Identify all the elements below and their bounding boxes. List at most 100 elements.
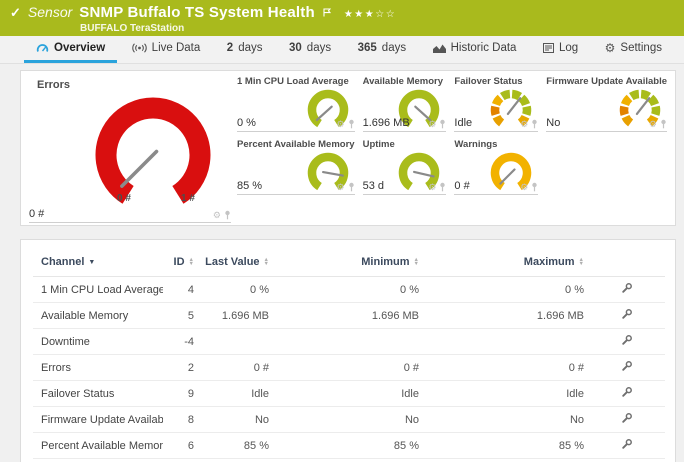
priority-flag-icon[interactable] — [323, 4, 332, 22]
gauge-icon — [36, 43, 49, 54]
table-row-firmware-update-available[interactable]: Firmware Update Available 8 No No No — [33, 406, 665, 433]
table-row-failover-status[interactable]: Failover Status 9 Idle Idle Idle — [33, 380, 665, 407]
column-label: Last Value — [205, 256, 260, 268]
gauge-value: 0 # — [454, 180, 470, 192]
gauge-value: No — [546, 117, 561, 129]
gauge-value: 1.696 MB — [362, 117, 410, 129]
gauge-label: 1 Min CPU Load Average — [237, 76, 349, 87]
primary-channel-pin-icon[interactable] — [660, 119, 667, 129]
channel-settings-wrench-icon[interactable] — [621, 412, 633, 424]
tab-label: Historic Data — [450, 42, 517, 54]
primary-channel-pin-icon[interactable] — [348, 119, 355, 129]
channel-settings-wrench-icon[interactable] — [621, 360, 633, 372]
cell-chan: Percent Available Memory — [33, 432, 163, 459]
cell-tools — [588, 328, 665, 355]
gauge-value: 85 % — [237, 180, 263, 192]
cell-id: 6 — [163, 432, 198, 459]
cell-max: 0 # — [423, 354, 588, 381]
gauge-scale-max: 1 # — [181, 193, 195, 204]
primary-channel-pin-icon[interactable] — [531, 119, 538, 129]
column-header-maximum[interactable]: Maximum ▲ ▼ — [423, 246, 588, 277]
primary-channel-pin-icon[interactable] — [531, 182, 538, 192]
cell-max: 59 d — [423, 458, 588, 462]
primary-channel-pin-icon[interactable] — [224, 210, 231, 220]
table-row-percent-available-memory[interactable]: Percent Available Memory 6 85 % 85 % 85 % — [33, 432, 665, 459]
sort-desc-icon[interactable]: ▼ — [88, 259, 95, 266]
gauge-value: 53 d — [362, 180, 384, 192]
cell-last: 1.696 MB — [198, 302, 273, 329]
primary-channel-pin-icon[interactable] — [439, 182, 446, 192]
channels-table-panel: Channel ▼ ID ▲ ▼ Last Value ▲ ▼ Minimum ▲ ▼ Maximum… — [20, 239, 676, 462]
gauge-settings-gear-icon[interactable]: ⚙ — [520, 119, 528, 129]
historic-icon — [432, 43, 446, 53]
gauge-settings-gear-icon[interactable]: ⚙ — [213, 210, 221, 220]
cell-min: 0 # — [273, 354, 423, 381]
column-header-id[interactable]: ID ▲ ▼ — [163, 246, 198, 277]
gauge-settings-gear-icon[interactable]: ⚙ — [649, 119, 657, 129]
gauge-settings-gear-icon[interactable]: ⚙ — [337, 182, 345, 192]
tab-label: days — [306, 42, 332, 54]
cell-max: 0 % — [423, 276, 588, 303]
column-label: ID — [173, 256, 185, 268]
gauge-value: 0 % — [237, 117, 256, 129]
table-row-available-memory[interactable]: Available Memory 5 1.696 MB 1.696 MB 1.696 M… — [33, 302, 665, 329]
cell-min: 0 % — [273, 276, 423, 303]
gauge-uptime: Uptime 53 d ⚙ — [362, 139, 447, 195]
sort-icon[interactable]: ▲ ▼ — [264, 257, 269, 267]
gauge-label: Uptime — [362, 139, 395, 150]
cell-max — [423, 328, 588, 355]
column-header-minimum[interactable]: Minimum ▲ ▼ — [273, 246, 423, 277]
tab-live-data[interactable]: Live Data — [120, 36, 213, 63]
table-row-uptime[interactable]: Uptime753 d137 s59 d — [33, 458, 665, 462]
gauge-settings-gear-icon[interactable]: ⚙ — [428, 119, 436, 129]
tab-overview[interactable]: Overview — [24, 36, 118, 63]
gauge-value: 0 # — [29, 208, 45, 220]
table-row-errors[interactable]: Errors 2 0 #0 #0 # — [33, 354, 665, 381]
tab-historic-data[interactable]: Historic Data — [421, 36, 529, 63]
cell-chan: 1 Min CPU Load Average — [33, 276, 163, 303]
primary-channel-pin-icon[interactable] — [439, 119, 446, 129]
cell-min: 1.696 MB — [273, 302, 423, 329]
channel-settings-wrench-icon[interactable] — [621, 282, 633, 294]
tab-365-days[interactable]: 365 days — [346, 36, 418, 63]
channel-settings-wrench-icon[interactable] — [621, 334, 633, 346]
channel-settings-wrench-icon[interactable] — [621, 308, 633, 320]
gauge-settings-gear-icon[interactable]: ⚙ — [520, 182, 528, 192]
sort-icon[interactable]: ▲ ▼ — [189, 257, 194, 267]
gauge-settings-gear-icon[interactable]: ⚙ — [337, 119, 345, 129]
channels-table: Channel ▼ ID ▲ ▼ Last Value ▲ ▼ Minimum ▲ ▼ Maximum… — [33, 246, 665, 462]
cell-id: 9 — [163, 380, 198, 407]
tab-settings[interactable]: ⚙ Settings — [593, 36, 674, 63]
gauge-settings-gear-icon[interactable]: ⚙ — [428, 182, 436, 192]
log-icon — [542, 43, 554, 53]
cell-id: 2 — [163, 354, 198, 381]
cell-chan: Uptime — [33, 458, 163, 462]
gauge-warnings: Warnings 0 # ⚙ — [454, 139, 539, 195]
cell-last: 53 d — [198, 458, 273, 462]
column-header-channel[interactable]: Channel ▼ — [33, 246, 163, 277]
tab-bar: Overview Live Data 2 days 30 days 365 days Histo… — [0, 36, 684, 64]
sensor-header: ✓ Sensor SNMP Buffalo TS System Health ★… — [0, 0, 684, 36]
object-kind-label: Sensor — [27, 4, 73, 20]
priority-stars[interactable]: ★★★☆☆ — [344, 9, 396, 20]
cell-last: 0 # — [198, 354, 273, 381]
column-header-last-value[interactable]: Last Value ▲ ▼ — [198, 246, 273, 277]
tab-label: Settings — [620, 42, 662, 54]
tab-2-days[interactable]: 2 days — [215, 36, 275, 63]
tab-log[interactable]: Log — [531, 36, 590, 63]
tab-30-days[interactable]: 30 days — [277, 36, 343, 63]
channel-settings-wrench-icon[interactable] — [621, 438, 633, 450]
sort-icon[interactable]: ▲ ▼ — [414, 257, 419, 267]
cell-chan: Downtime — [33, 328, 163, 355]
table-row-1-min-cpu-load-average[interactable]: 1 Min CPU Load Average 4 0 % 0 % 0 % — [33, 276, 665, 303]
cell-tools — [588, 276, 665, 303]
live-icon — [131, 43, 147, 53]
table-row-downtime[interactable]: Downtime -4 — [33, 328, 665, 355]
device-breadcrumb[interactable]: BUFFALO TeraStation — [80, 23, 674, 34]
gauge-failover-status: Failover Status Idle ⚙ — [454, 76, 539, 132]
column-label: Maximum — [523, 256, 575, 268]
channel-settings-wrench-icon[interactable] — [621, 386, 633, 398]
tab-label: days — [238, 42, 263, 54]
primary-channel-pin-icon[interactable] — [348, 182, 355, 192]
sort-icon[interactable]: ▲ ▼ — [579, 257, 584, 267]
